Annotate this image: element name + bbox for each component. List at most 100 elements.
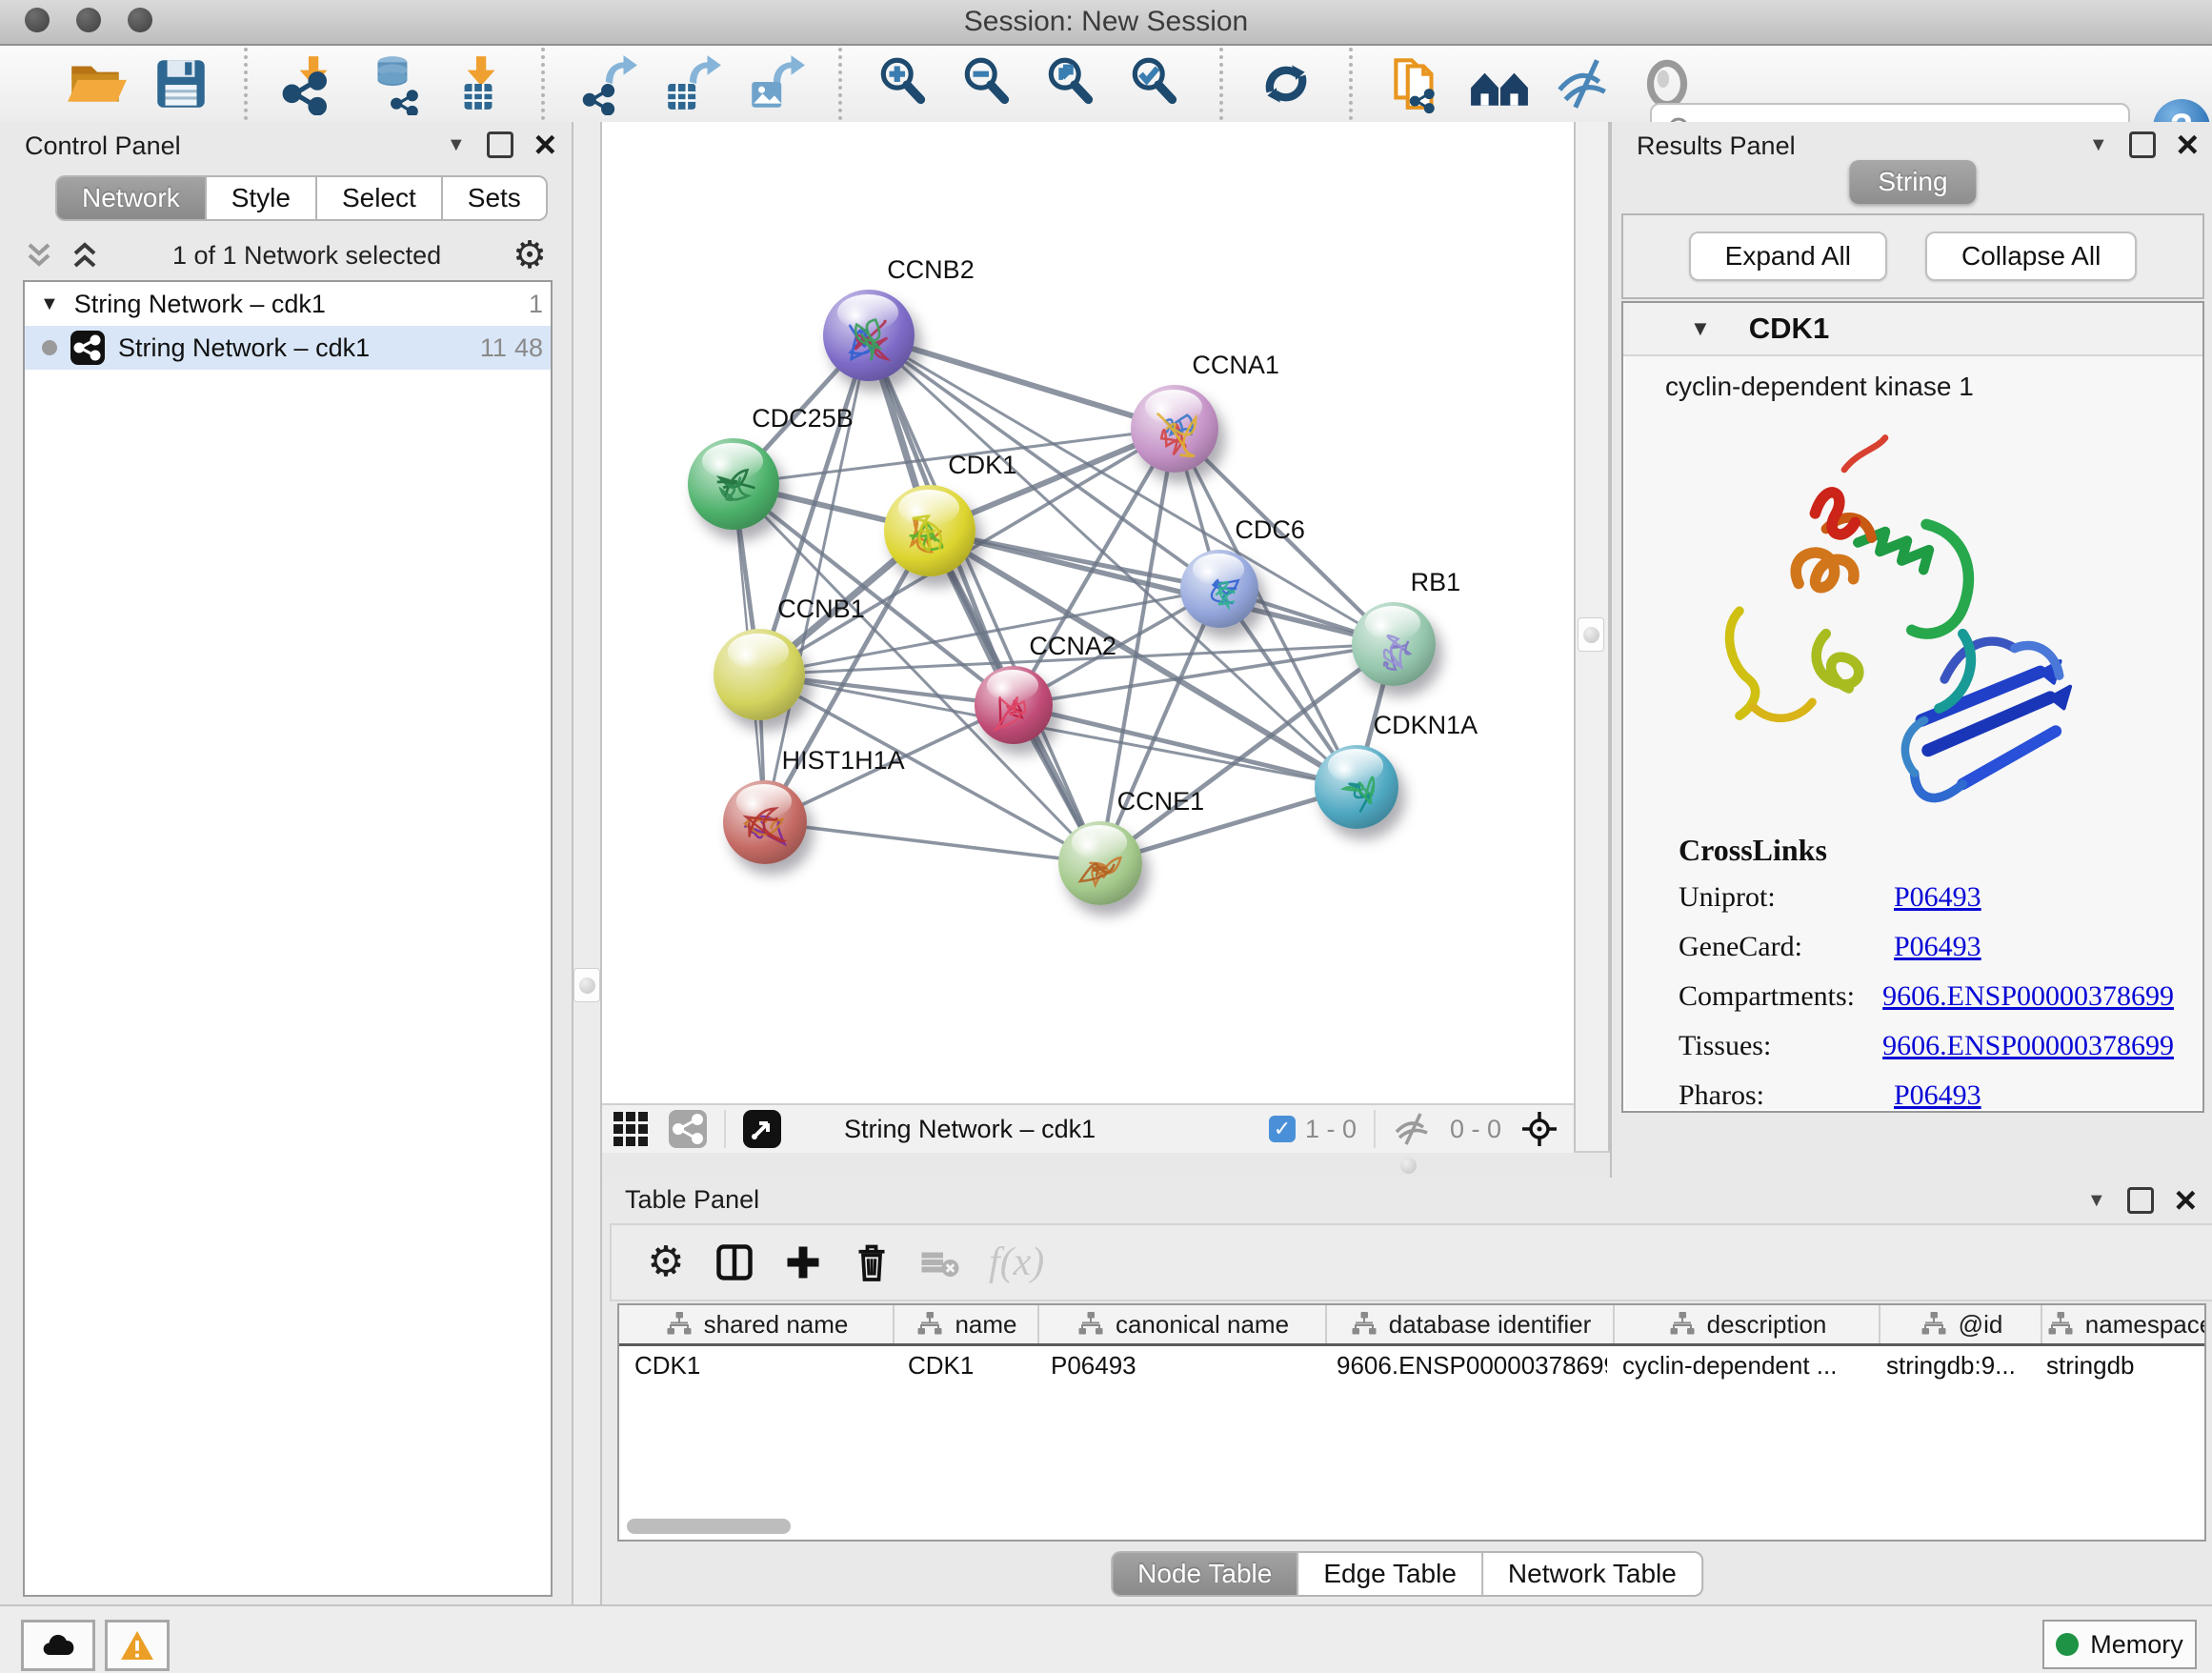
first-neighbors-icon[interactable] (1468, 52, 1531, 115)
protein-squiggle-icon (735, 798, 794, 857)
birds-eye-view-icon[interactable] (741, 1108, 783, 1150)
collapse-panel-icon[interactable]: ▼ (2087, 1190, 2106, 1212)
table-hscrollbar[interactable] (627, 1519, 791, 1534)
right-splitter[interactable] (1574, 122, 1610, 1178)
zoom-in-icon[interactable] (874, 52, 936, 115)
node-label: CCNB1 (777, 595, 865, 624)
fit-content-crosshair-icon[interactable] (1518, 1108, 1560, 1150)
zoom-fit-icon[interactable] (1041, 52, 1104, 115)
left-splitter-handle[interactable] (573, 968, 600, 1002)
save-session-icon[interactable] (150, 52, 212, 115)
status-bar: Memory (0, 1604, 2212, 1673)
zoom-selected-icon[interactable] (1125, 52, 1188, 115)
tab-string[interactable]: String (1849, 160, 1976, 204)
node-rb1[interactable] (1352, 602, 1436, 686)
close-panel-icon[interactable]: × (2177, 134, 2199, 155)
node-ccne1[interactable] (1058, 821, 1142, 905)
open-session-icon[interactable] (66, 52, 129, 115)
table-row[interactable]: CDK1CDK1P064939606.ENSP00000378699cyclin… (619, 1346, 2204, 1386)
zoom-out-icon[interactable] (957, 52, 1020, 115)
control-panel: Control Panel ▼ × Network Style Select S… (0, 122, 572, 1604)
window-title: Session: New Session (0, 6, 2212, 38)
import-database-icon[interactable] (363, 52, 426, 115)
tab-edge-table[interactable]: Edge Table (1297, 1551, 1482, 1597)
crosslink-link[interactable]: 9606.ENSP00000378699 (1882, 1030, 2174, 1062)
network-options-gear-icon[interactable]: ⚙ (513, 241, 547, 270)
hidden-eye-icon[interactable] (1391, 1108, 1433, 1150)
crosslink-link[interactable]: 9606.ENSP00000378699 (1882, 980, 2174, 1013)
node-ccna1[interactable] (1131, 385, 1218, 473)
memory-button[interactable]: Memory (2042, 1620, 2197, 1669)
gene-section-header[interactable]: ▼ CDK1 (1623, 303, 2202, 356)
node-cdc6[interactable] (1180, 550, 1258, 628)
column-header-description[interactable]: description (1613, 1305, 1879, 1343)
warnings-button[interactable] (105, 1620, 170, 1671)
crosslink-link[interactable]: P06493 (1894, 881, 1981, 914)
collapse-panel-icon[interactable]: ▼ (447, 134, 466, 156)
network-collection-row[interactable]: ▼ String Network – cdk1 1 (25, 282, 551, 326)
tree-expand-icon[interactable]: ▼ (40, 293, 59, 315)
export-network-icon[interactable] (576, 52, 639, 115)
table-cell: cyclin-dependent ... (1607, 1346, 1871, 1386)
protein-squiggle-icon (1071, 839, 1130, 898)
bottom-splitter-handle[interactable] (1400, 1158, 1417, 1174)
column-header--id[interactable]: @id (1879, 1305, 2041, 1343)
float-panel-icon[interactable] (487, 131, 513, 158)
network-row[interactable]: String Network – cdk1 11 48 (25, 326, 551, 370)
delete-column-trash-icon[interactable] (844, 1235, 899, 1290)
network-thumbnail-icon[interactable] (667, 1108, 709, 1150)
close-panel-icon[interactable]: × (2175, 1190, 2197, 1211)
node-ccna2[interactable] (975, 666, 1053, 744)
selected-checkbox-icon[interactable]: ✓ (1269, 1116, 1296, 1142)
tab-network[interactable]: Network (55, 175, 206, 221)
float-panel-icon[interactable] (2129, 131, 2156, 158)
expand-all-icon[interactable] (69, 241, 101, 270)
node-cdc25b[interactable] (688, 438, 779, 530)
grid-view-icon[interactable] (610, 1108, 652, 1150)
title-bar: Session: New Session (0, 0, 2212, 46)
tab-network-table[interactable]: Network Table (1482, 1551, 1703, 1597)
node-cdkn1a[interactable] (1315, 745, 1398, 829)
show-columns-icon[interactable] (707, 1235, 762, 1290)
section-collapse-icon[interactable]: ▼ (1690, 316, 1711, 341)
crosslink-link[interactable]: P06493 (1894, 931, 1981, 963)
column-header-name[interactable]: name (893, 1305, 1037, 1343)
float-panel-icon[interactable] (2127, 1187, 2154, 1214)
column-header-namespace[interactable]: namespace (2041, 1305, 2206, 1343)
tab-node-table[interactable]: Node Table (1111, 1551, 1297, 1597)
collapse-all-button[interactable]: Collapse All (1925, 232, 2137, 281)
column-header-database-identifier[interactable]: database identifier (1325, 1305, 1613, 1343)
node-ccnb1[interactable] (714, 629, 805, 720)
node-ccnb2[interactable] (823, 290, 915, 381)
tab-style[interactable]: Style (206, 175, 316, 221)
left-splitter[interactable] (572, 122, 602, 1604)
toolbar-groups (0, 48, 1730, 120)
export-image-icon[interactable] (744, 52, 807, 115)
close-panel-icon[interactable]: × (534, 134, 556, 155)
right-splitter-handle[interactable] (1578, 617, 1604, 652)
tab-sets[interactable]: Sets (442, 175, 548, 221)
column-header-canonical-name[interactable]: canonical name (1037, 1305, 1325, 1343)
export-table-icon[interactable] (660, 52, 723, 115)
crosslink-link[interactable]: P06493 (1894, 1079, 1981, 1112)
expand-all-button[interactable]: Expand All (1689, 232, 1887, 281)
import-network-icon[interactable] (279, 52, 342, 115)
node-cdk1[interactable] (884, 485, 975, 576)
share-document-icon[interactable] (1384, 52, 1447, 115)
show-hide-icon[interactable] (1552, 52, 1615, 115)
add-column-icon[interactable] (775, 1235, 831, 1290)
table-panel: Table Panel ▼ × ⚙ f(x) shared namenameca… (602, 1178, 2212, 1604)
tab-select[interactable]: Select (316, 175, 442, 221)
column-header-shared-name[interactable]: shared name (619, 1305, 893, 1343)
collapse-panel-icon[interactable]: ▼ (2089, 134, 2108, 156)
cloud-button[interactable] (21, 1620, 95, 1671)
network-canvas[interactable]: CCNB2CCNA1CDC25BCDK1CDC6RB1CCNB1CCNA2CDK… (602, 122, 1574, 1103)
refresh-icon[interactable] (1255, 52, 1317, 115)
network-selection-status-row: 1 of 1 Network selected ⚙ (10, 234, 562, 276)
collapse-all-icon[interactable] (23, 241, 55, 270)
import-table-icon[interactable] (447, 52, 510, 115)
node-hist1h1a[interactable] (723, 780, 807, 864)
control-panel-tabs: Network Style Select Sets (55, 175, 548, 221)
column-header-label: @id (1959, 1310, 2003, 1340)
table-settings-gear-icon[interactable]: ⚙ (638, 1235, 694, 1290)
